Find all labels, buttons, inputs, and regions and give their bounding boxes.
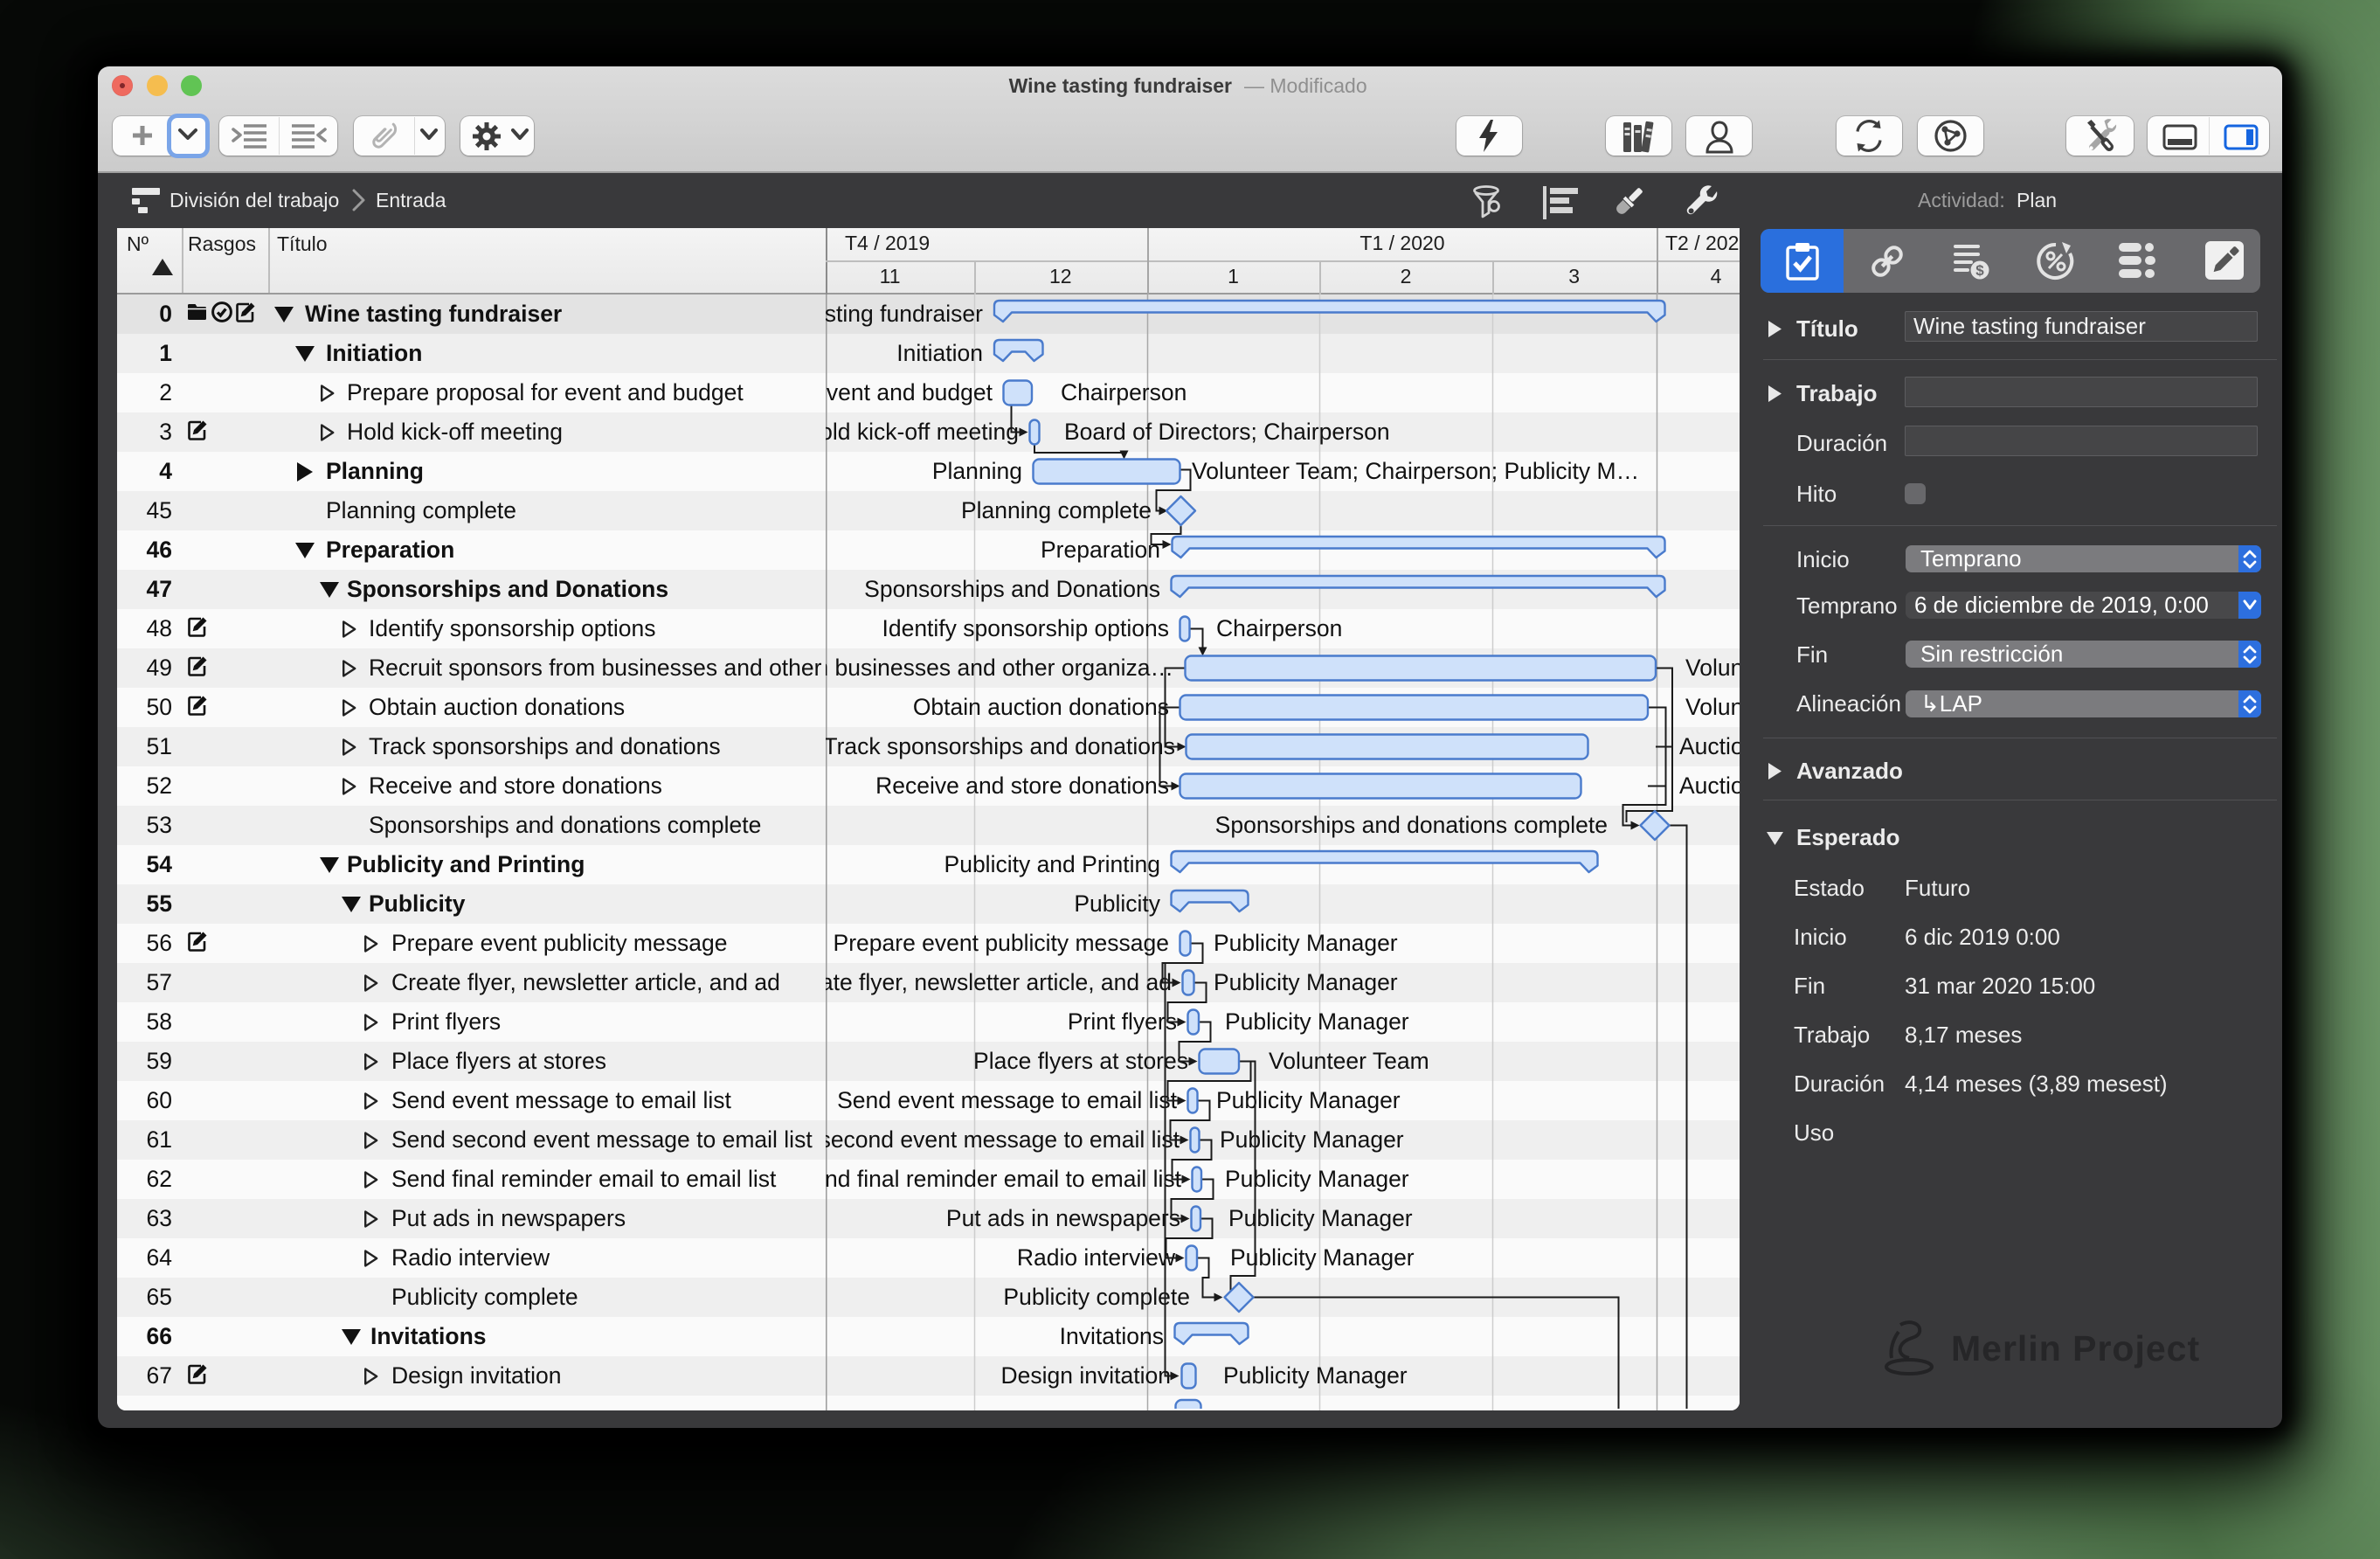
svg-text:$: $ [1975, 262, 1984, 279]
